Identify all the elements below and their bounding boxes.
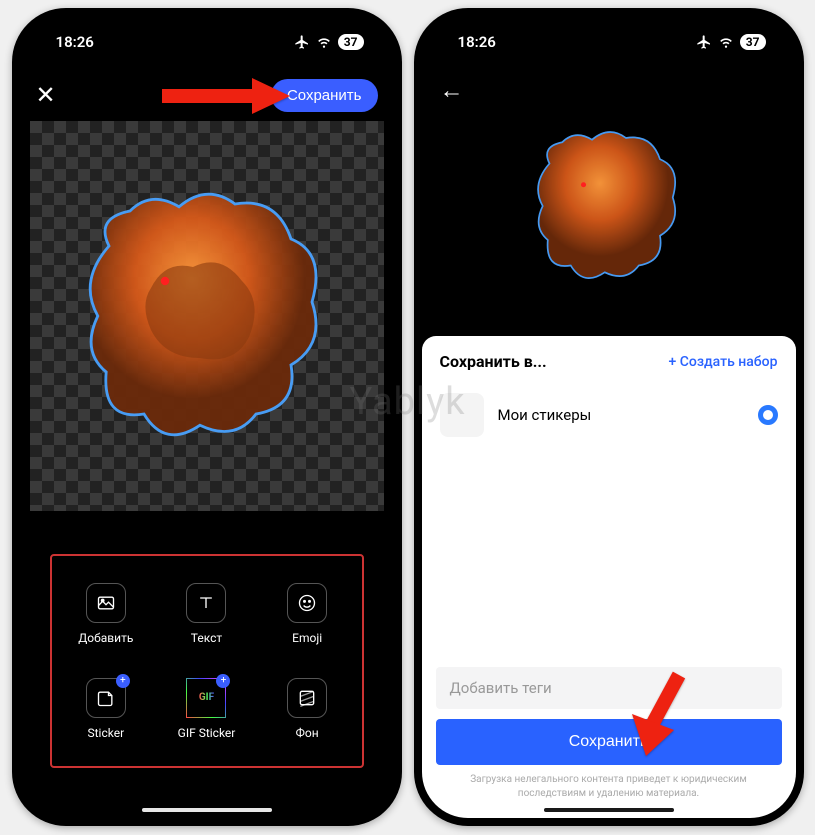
set-thumbnail (440, 393, 484, 437)
annotation-arrow-icon (624, 670, 694, 760)
tools-panel: Добавить Текст Emoji + Sticker (50, 554, 364, 768)
tool-text[interactable]: Текст (156, 566, 257, 661)
wifi-icon (718, 35, 734, 49)
sticker-cutout[interactable] (67, 176, 347, 456)
sheet-header: Сохранить в... + Создать набор (422, 336, 796, 383)
gif-icon: GIF + (186, 678, 226, 718)
tool-label: GIF Sticker (178, 726, 236, 740)
status-icons: 37 (294, 34, 364, 50)
tool-label: Фон (296, 726, 319, 740)
image-icon (86, 583, 126, 623)
battery-indicator: 37 (740, 34, 766, 50)
status-time: 18:26 (458, 33, 496, 51)
dynamic-island (147, 28, 267, 60)
sticker-preview (519, 116, 699, 296)
plus-badge-icon: + (216, 674, 230, 688)
close-icon[interactable]: ✕ (36, 81, 56, 109)
tool-background[interactable]: Фон (257, 661, 358, 756)
create-set-button[interactable]: + Создать набор (669, 354, 778, 370)
phone-right: 18:26 37 ← (414, 8, 804, 826)
dynamic-island (549, 28, 669, 60)
save-sheet: Сохранить в... + Создать набор Мои стике… (422, 336, 796, 818)
annotation-arrow-icon (162, 74, 292, 118)
editor-canvas[interactable] (30, 121, 384, 511)
gif-label: GIF (199, 692, 214, 703)
sheet-title: Сохранить в... (440, 352, 547, 371)
status-icons: 37 (696, 34, 766, 50)
tool-label: Sticker (88, 726, 125, 740)
status-time: 18:26 (56, 33, 94, 51)
battery-indicator: 37 (338, 34, 364, 50)
tool-gif-sticker[interactable]: GIF + GIF Sticker (156, 661, 257, 756)
tool-label: Emoji (292, 631, 322, 645)
plus-badge-icon: + (116, 674, 130, 688)
set-name-label: Мои стикеры (498, 406, 592, 424)
airplane-icon (294, 34, 310, 50)
wifi-icon (316, 35, 332, 49)
screen-left: 18:26 37 ✕ Сохранить (20, 16, 394, 818)
back-arrow-icon[interactable]: ← (440, 76, 464, 105)
tool-label: Добавить (78, 631, 133, 645)
airplane-icon (696, 34, 712, 50)
tags-input[interactable]: Добавить теги (436, 667, 782, 709)
tags-placeholder: Добавить теги (450, 679, 552, 697)
text-icon (186, 583, 226, 623)
tool-label: Текст (191, 631, 222, 645)
radio-selected-icon[interactable] (758, 405, 778, 425)
screen-right: 18:26 37 ← (422, 16, 796, 818)
sticker-icon: + (86, 678, 126, 718)
home-indicator[interactable] (142, 808, 272, 812)
tool-emoji[interactable]: Emoji (257, 566, 358, 661)
tool-sticker[interactable]: + Sticker (56, 661, 157, 756)
emoji-icon (287, 583, 327, 623)
tool-add[interactable]: Добавить (56, 566, 157, 661)
save-button[interactable]: Сохранить (436, 719, 782, 765)
sticker-set-row[interactable]: Мои стикеры (422, 383, 796, 447)
phone-left: 18:26 37 ✕ Сохранить (12, 8, 402, 826)
background-icon (287, 678, 327, 718)
home-indicator[interactable] (544, 808, 674, 812)
